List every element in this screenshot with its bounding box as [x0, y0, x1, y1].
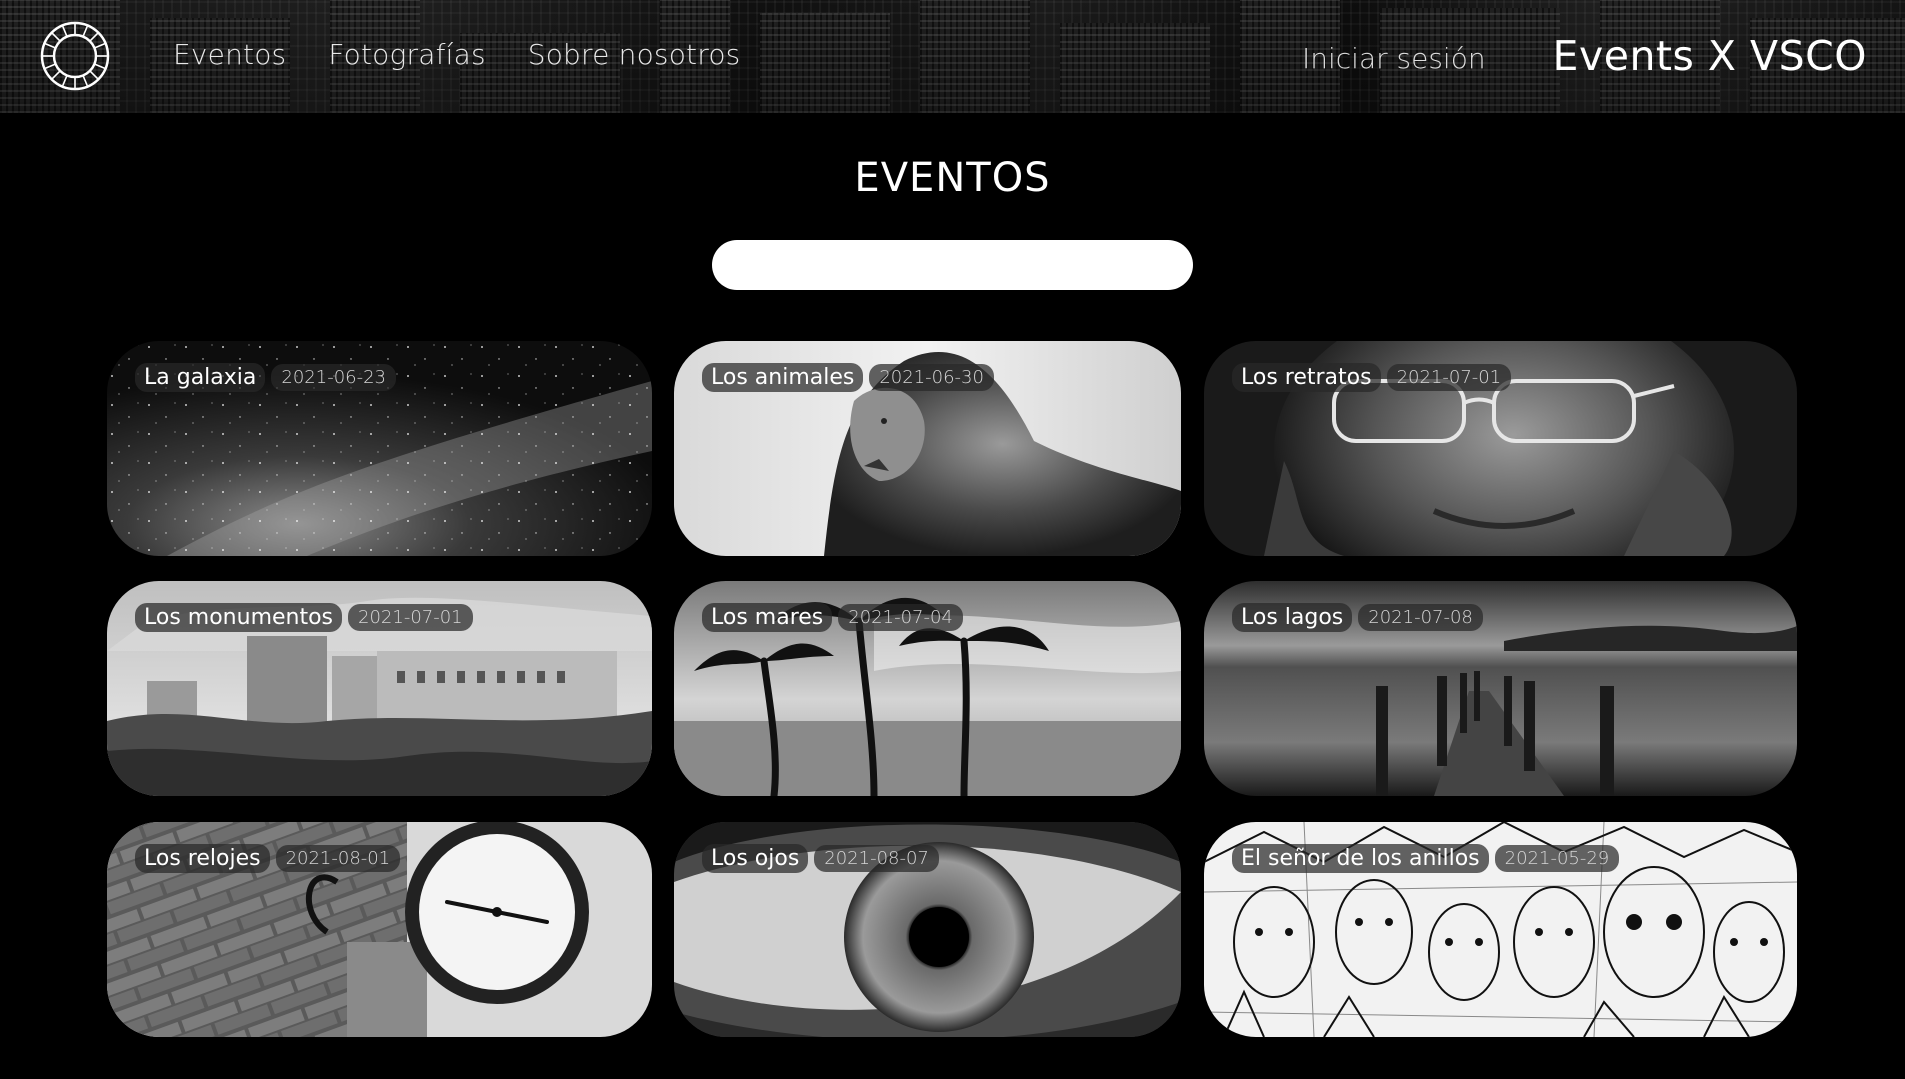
event-date: 2021-08-01: [275, 845, 401, 872]
event-name: Los animales: [702, 363, 864, 392]
event-name: Los ojos: [702, 844, 809, 873]
login-link[interactable]: Iniciar sesión: [1302, 42, 1486, 75]
event-date: 2021-06-23: [271, 364, 396, 391]
event-card-senor-anillos[interactable]: El señor de los anillos 2021-05-29: [1204, 822, 1797, 1037]
brand-title: Events X VSCO: [1552, 32, 1867, 80]
event-label: Los monumentos 2021-07-01: [135, 603, 473, 632]
event-name: El señor de los anillos: [1232, 844, 1489, 873]
event-card-monumentos[interactable]: Los monumentos 2021-07-01: [107, 581, 652, 796]
event-label: El señor de los anillos 2021-05-29: [1232, 844, 1620, 873]
event-label: Los animales 2021-06-30: [702, 363, 994, 392]
event-name: Los lagos: [1232, 603, 1353, 632]
event-card-lagos[interactable]: Los lagos 2021-07-08: [1204, 581, 1797, 796]
event-name: Los retratos: [1232, 363, 1381, 392]
main-nav: Eventos Fotografías Sobre nosotros: [173, 38, 740, 71]
page-title: EVENTOS: [854, 155, 1051, 201]
header-bar: Eventos Fotografías Sobre nosotros Inici…: [0, 0, 1905, 113]
search-input[interactable]: [712, 240, 1193, 290]
event-name: Los relojes: [135, 844, 270, 873]
event-label: La galaxia 2021-06-23: [135, 363, 396, 392]
event-card-retratos[interactable]: Los retratos 2021-07-01: [1204, 341, 1797, 556]
nav-link-fotografias[interactable]: Fotografías: [328, 38, 485, 71]
event-card-animales[interactable]: Los animales 2021-06-30: [674, 341, 1181, 556]
event-label: Los retratos 2021-07-01: [1232, 363, 1512, 392]
nav-link-eventos[interactable]: Eventos: [173, 38, 286, 71]
event-date: 2021-08-07: [814, 845, 939, 872]
event-card-ojos[interactable]: Los ojos 2021-08-07: [674, 822, 1181, 1037]
event-label: Los mares 2021-07-04: [702, 603, 963, 632]
event-date: 2021-06-30: [869, 364, 994, 391]
event-name: Los mares: [702, 603, 833, 632]
vsco-ring-logo-icon[interactable]: [40, 21, 110, 91]
event-card-galaxia[interactable]: La galaxia 2021-06-23: [107, 341, 652, 556]
event-card-relojes[interactable]: Los relojes 2021-08-01: [107, 822, 652, 1037]
event-name: La galaxia: [135, 363, 266, 392]
event-date: 2021-07-04: [838, 604, 963, 631]
event-card-mares[interactable]: Los mares 2021-07-04: [674, 581, 1181, 796]
event-label: Los lagos 2021-07-08: [1232, 603, 1483, 632]
event-label: Los ojos 2021-08-07: [702, 844, 939, 873]
event-date: 2021-07-08: [1358, 604, 1483, 631]
event-label: Los relojes 2021-08-01: [135, 844, 401, 873]
event-date: 2021-07-01: [348, 604, 473, 631]
event-date: 2021-05-29: [1494, 845, 1620, 872]
event-name: Los monumentos: [135, 603, 343, 632]
nav-link-sobre-nosotros[interactable]: Sobre nosotros: [528, 38, 741, 71]
event-date: 2021-07-01: [1386, 364, 1512, 391]
